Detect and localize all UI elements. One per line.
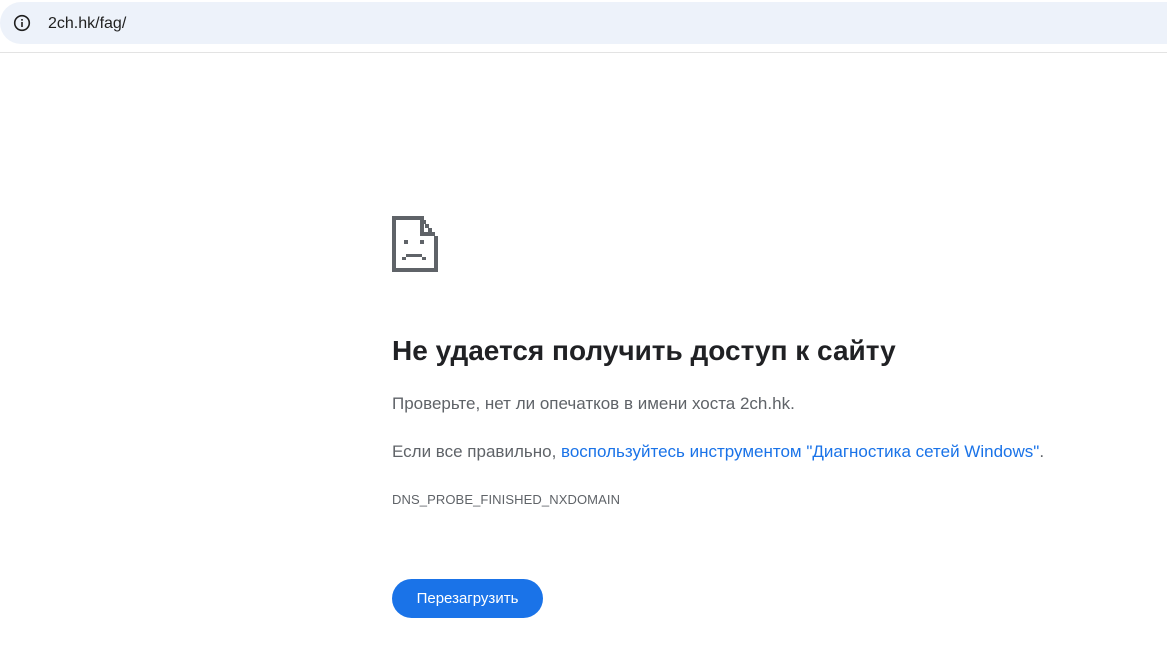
sad-page-icon — [392, 216, 438, 272]
url-text[interactable]: 2ch.hk/fag/ — [48, 14, 126, 34]
reload-button[interactable]: Перезагрузить — [392, 579, 543, 618]
error-code: DNS_PROBE_FINISHED_NXDOMAIN — [392, 492, 621, 507]
error-title: Не удается получить доступ к сайту — [392, 335, 896, 366]
diagnostics-hint: Если все правильно, воспользуйтесь инстр… — [392, 441, 1044, 463]
toolbar: 2ch.hk/fag/ — [0, 0, 1167, 53]
address-bar[interactable]: 2ch.hk/fag/ — [0, 2, 1167, 44]
info-icon[interactable] — [13, 14, 31, 32]
typo-hint-text: Проверьте, нет ли опечатков в имени хост… — [392, 394, 795, 413]
diagnostics-link[interactable]: воспользуйтесь инструментом "Диагностика… — [561, 442, 1039, 461]
diagnostics-prefix: Если все правильно, — [392, 442, 562, 461]
diagnostics-suffix: . — [1039, 442, 1045, 461]
